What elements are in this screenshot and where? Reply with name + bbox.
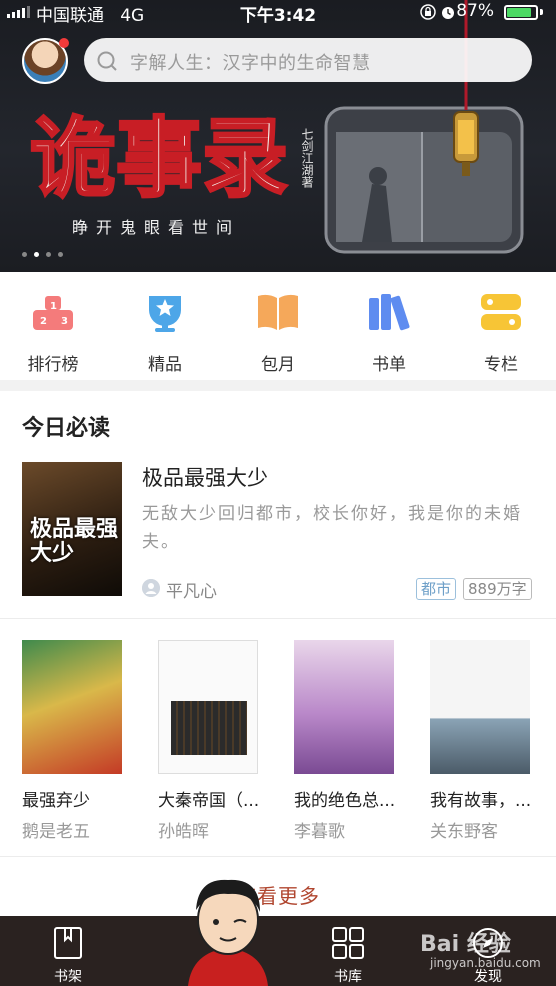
category-ranking[interactable]: 2 1 3 排行榜: [8, 290, 98, 375]
watermark-url: jingyan.baidu.com: [430, 956, 541, 970]
train-window-illustration: [324, 106, 524, 254]
author-icon: [142, 579, 160, 597]
category-column-label: 专栏: [484, 355, 518, 375]
category-booklist-label: 书单: [372, 355, 406, 375]
section-title: 今日必读: [22, 416, 111, 441]
book-author: 李暮歌: [294, 822, 345, 842]
banner-carousel[interactable]: 中国联通 4G 下午3:42 87% 字解人生：汉字中的生命智慧 诡事录 七剑江…: [0, 0, 556, 272]
book-author: 关东野客: [430, 822, 498, 842]
book-title: 最强弃少: [22, 791, 90, 811]
divider: [0, 856, 556, 857]
book-item[interactable]: 我有故事，... 关东野客: [430, 640, 540, 842]
featured-book-description: 无敌大少回归都市，校长你好，我是你的未婚夫。: [142, 504, 522, 552]
book-cover: [22, 640, 122, 774]
ranking-podium-icon: 2 1 3: [33, 296, 73, 330]
search-icon: [97, 51, 117, 71]
open-book-icon: [258, 294, 298, 330]
trophy-icon: [149, 296, 181, 332]
section-divider: [0, 380, 556, 391]
banner-author-tag: 七剑江湖著: [300, 128, 314, 188]
orientation-lock-icon: [420, 4, 436, 20]
featured-book-author: 平凡心: [166, 582, 217, 602]
svg-text:1: 1: [50, 301, 57, 312]
featured-book-title[interactable]: 极品最强大少: [142, 462, 268, 492]
mascot-character-illustration[interactable]: [168, 870, 288, 986]
carousel-dot: [46, 252, 51, 257]
book-item[interactable]: 我的绝色总... 李暮歌: [294, 640, 404, 842]
svg-text:2: 2: [40, 316, 47, 327]
category-monthly[interactable]: 包月: [233, 290, 323, 375]
svg-text:3: 3: [61, 316, 68, 327]
book-title: 大秦帝国（...: [158, 791, 260, 811]
book-item[interactable]: 大秦帝国（... 孙皓晖: [158, 640, 268, 842]
book-cover: [430, 640, 530, 774]
category-premium[interactable]: 精品: [120, 290, 210, 375]
tab-bookshelf[interactable]: 书架: [28, 926, 108, 986]
books-icon: [369, 294, 410, 331]
carousel-dots: [22, 242, 70, 261]
alarm-icon: [442, 7, 454, 19]
grid-library-icon: [332, 927, 364, 959]
column-toggle-icon: [481, 294, 521, 330]
watermark-logo: Bai 经验: [420, 932, 511, 957]
tab-label: 书架: [54, 969, 82, 985]
book-item[interactable]: 最强弃少 鹅是老五: [22, 640, 132, 842]
book-author: 鹅是老五: [22, 822, 90, 842]
notification-dot: [59, 38, 69, 48]
category-column[interactable]: 专栏: [456, 290, 546, 375]
banner-title: 诡事录: [30, 108, 288, 209]
banner-slogan: 睁开鬼眼看世间: [72, 218, 241, 237]
battery-icon: [504, 5, 538, 20]
bookmark-book-icon: [54, 927, 82, 959]
search-placeholder: 字解人生：汉字中的生命智慧: [130, 53, 371, 74]
category-monthly-label: 包月: [261, 355, 295, 375]
banner-title-art: 诡事录: [30, 107, 290, 211]
carousel-dot-active: [34, 252, 39, 257]
book-cover: [158, 640, 258, 774]
tab-library[interactable]: 书库: [308, 926, 388, 986]
book-title: 我的绝色总...: [294, 791, 396, 811]
word-count-badge: 889万字: [463, 578, 532, 600]
book-title: 我有故事，...: [430, 791, 532, 811]
hanging-lantern-illustration: [453, 0, 479, 176]
featured-book-cover[interactable]: 极品最强大少: [22, 462, 122, 596]
book-cover: [294, 640, 394, 774]
category-premium-label: 精品: [148, 355, 182, 375]
tab-label: 书库: [334, 969, 362, 985]
search-bar[interactable]: 字解人生：汉字中的生命智慧: [84, 38, 532, 82]
category-booklist[interactable]: 书单: [344, 290, 434, 375]
divider: [0, 618, 556, 619]
book-author: 孙皓晖: [158, 822, 209, 842]
battery-tip: [540, 9, 543, 15]
carousel-dot: [58, 252, 63, 257]
category-ranking-label: 排行榜: [27, 355, 79, 375]
genre-badge: 都市: [416, 578, 457, 600]
featured-cover-title: 极品最强大少: [30, 517, 119, 566]
carousel-dot: [22, 252, 27, 257]
status-bar: 中国联通 4G 下午3:42 87%: [0, 0, 556, 26]
battery-percent: 87%: [456, 1, 494, 21]
